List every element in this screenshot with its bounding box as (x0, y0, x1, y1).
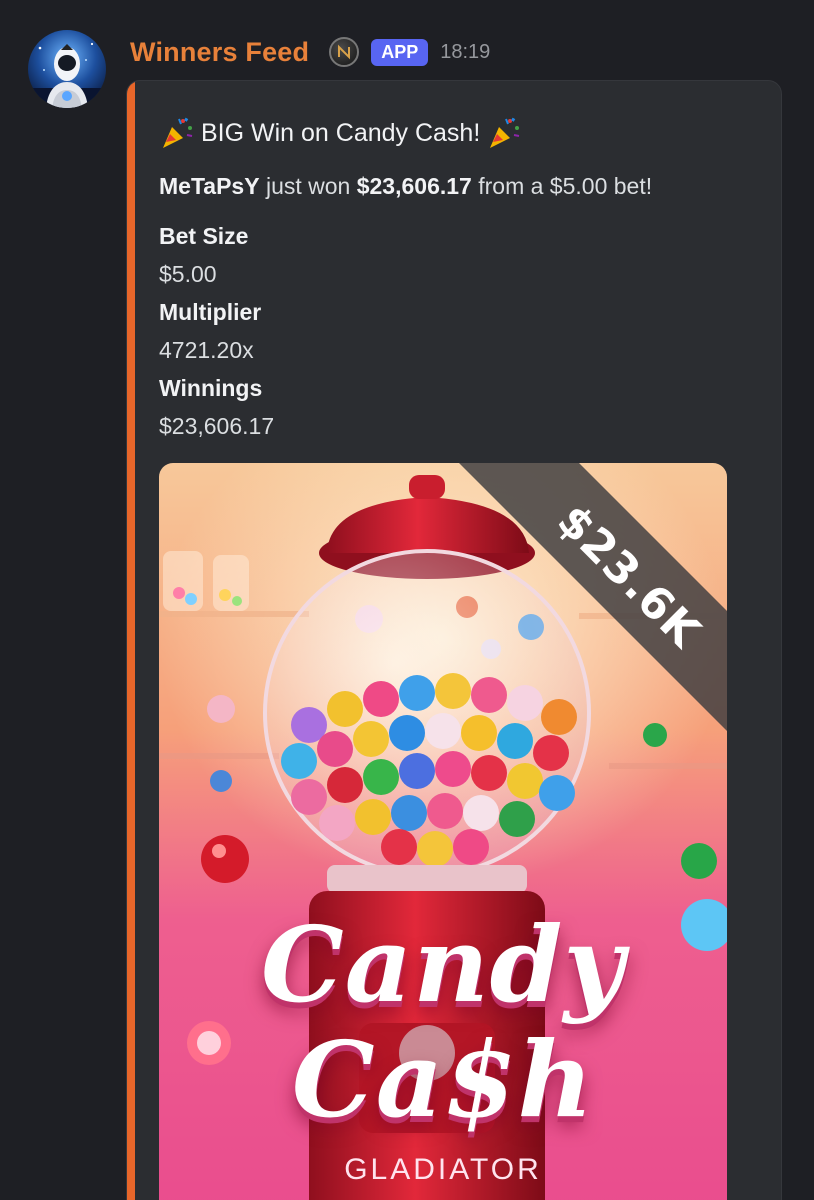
field-bet-size-name: Bet Size (159, 223, 249, 249)
author-name[interactable]: Winners Feed (130, 37, 309, 68)
field-multiplier-value: 4721.20x (159, 337, 254, 363)
robot-avatar-icon (28, 42, 106, 108)
game-logo-line-1: Candy (261, 903, 625, 1026)
game-logo-line-2: Ca$h (291, 1018, 595, 1141)
field-multiplier-name: Multiplier (159, 299, 262, 325)
party-popper-icon (490, 117, 520, 148)
embed-title: BIG Win on Candy Cash! (159, 115, 522, 151)
message-timestamp[interactable]: 18:19 (440, 41, 490, 64)
embed-description: MeTaPsY just won $23,606.17 from a $5.00… (159, 173, 652, 200)
party-popper-icon (163, 117, 193, 148)
message-header: Winners Feed APP 18:19 (130, 34, 490, 70)
app-badge: APP (371, 38, 429, 66)
field-winnings-name: Winnings (159, 375, 263, 401)
win-embed: BIG Win on Candy Cash! MeTaPsY just won … (126, 80, 782, 1200)
field-bet-size-value: $5.00 (159, 261, 217, 287)
game-studio-label: GLADIATOR (344, 1153, 542, 1186)
game-thumbnail[interactable]: $23.6K Candy Ca$h GLADIATOR (159, 463, 727, 1200)
player-name: MeTaPsY (159, 173, 260, 199)
server-tag-icon[interactable] (329, 37, 360, 67)
author-avatar[interactable] (28, 30, 106, 108)
embed-title-text: BIG Win on Candy Cash! (201, 118, 481, 147)
win-amount: $23,606.17 (356, 173, 472, 199)
desc-text-2: from a $5.00 bet! (471, 173, 653, 199)
field-winnings-value: $23,606.17 (159, 413, 275, 439)
embed-accent-bar (127, 81, 135, 1200)
desc-text-1: just won (259, 173, 357, 199)
